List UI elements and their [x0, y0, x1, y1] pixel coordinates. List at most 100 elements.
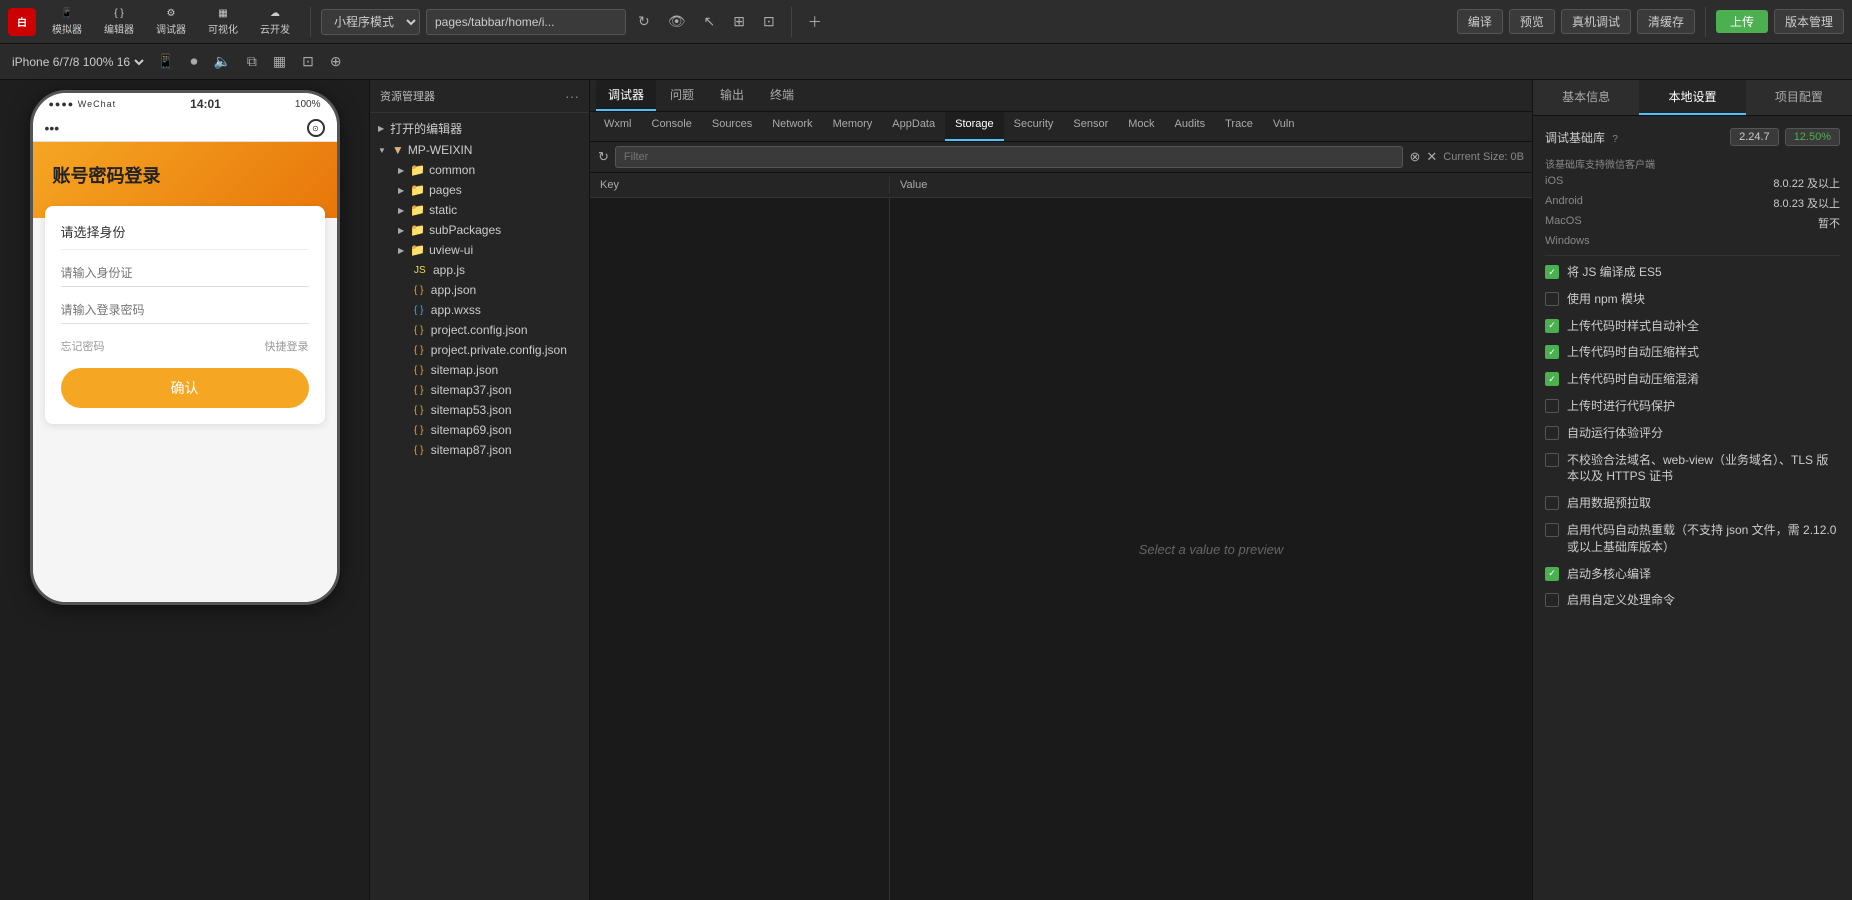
subtab-security[interactable]: Security: [1004, 112, 1064, 141]
subtab-audits[interactable]: Audits: [1165, 112, 1216, 141]
upload-btn[interactable]: 上传: [1716, 10, 1768, 33]
checkbox-9[interactable]: [1545, 523, 1559, 537]
checkbox-row-4: ✓上传代码时自动压缩混淆: [1545, 371, 1840, 388]
phone-password-input[interactable]: [61, 297, 309, 324]
rotate-btn[interactable]: ⊕: [324, 51, 348, 72]
storage-filter-input[interactable]: [615, 146, 1404, 168]
tab-terminal[interactable]: 终端: [758, 80, 806, 111]
tab-problems[interactable]: 问题: [658, 80, 706, 111]
project-config-file[interactable]: { } project.config.json: [370, 320, 589, 340]
layout-btn[interactable]: ▦: [267, 51, 292, 72]
phone-view-btn[interactable]: 📱: [151, 51, 180, 72]
tab-output[interactable]: 输出: [708, 80, 756, 111]
sitemap37-file[interactable]: { } sitemap37.json: [370, 380, 589, 400]
record-btn[interactable]: ⏺: [184, 51, 203, 72]
subtab-wxml[interactable]: Wxml: [594, 112, 642, 141]
split-view-btn[interactable]: ⧉: [241, 51, 263, 72]
subtab-console[interactable]: Console: [642, 112, 702, 141]
tab-debugger[interactable]: 调试器: [596, 80, 656, 111]
simulator-btn[interactable]: 📱 模拟器: [42, 4, 92, 40]
sitemap-file[interactable]: { } sitemap.json: [370, 360, 589, 380]
checkbox-6[interactable]: [1545, 426, 1559, 440]
compile-btn[interactable]: 编译: [1457, 9, 1503, 34]
visual-btn[interactable]: ▦ 可视化: [198, 4, 248, 40]
phone-confirm-btn[interactable]: 确认: [61, 368, 309, 408]
path-input[interactable]: [426, 9, 626, 35]
right-tab-basic[interactable]: 基本信息: [1533, 80, 1639, 115]
uview-ui-folder[interactable]: ▶ 📁 uview-ui: [370, 240, 589, 260]
add-btn[interactable]: ＋: [802, 10, 828, 34]
checkbox-0[interactable]: ✓: [1545, 265, 1559, 279]
pages-folder[interactable]: ▶ 📁 pages: [370, 180, 589, 200]
sitemap53-file[interactable]: { } sitemap53.json: [370, 400, 589, 420]
explorer-more-btn[interactable]: ···: [565, 88, 579, 104]
checkbox-row-10: ✓启动多核心编译: [1545, 566, 1840, 583]
ios-label: iOS: [1545, 175, 1563, 191]
th-key: Key: [590, 177, 890, 193]
device-select[interactable]: iPhone 6/7/8 100% 16 iPhone X iPhone 12: [8, 54, 147, 70]
app-js-file[interactable]: JS app.js: [370, 260, 589, 280]
sitemap53-icon: { }: [414, 405, 423, 416]
sitemap87-file[interactable]: { } sitemap87.json: [370, 440, 589, 460]
app-json-file[interactable]: { } app.json: [370, 280, 589, 300]
cloud-btn[interactable]: ☁ 云开发: [250, 4, 300, 40]
phone-forgot-link[interactable]: 忘记密码: [61, 338, 105, 354]
subtab-memory[interactable]: Memory: [823, 112, 883, 141]
storage-content: Select a value to preview: [590, 198, 1532, 900]
phone-quick-login-link[interactable]: 快捷登录: [265, 338, 309, 354]
preview-btn[interactable]: 预览: [1509, 9, 1555, 34]
common-folder[interactable]: ▶ 📁 common: [370, 160, 589, 180]
subtab-storage[interactable]: Storage: [945, 112, 1004, 141]
grid-btn[interactable]: ⊞: [727, 11, 751, 32]
debug-lib-version[interactable]: 2.24.7: [1730, 128, 1779, 146]
cursor-btn[interactable]: ↖: [698, 11, 722, 32]
storage-clear-filter-btn[interactable]: ⊗: [1409, 149, 1420, 165]
subtab-mock[interactable]: Mock: [1118, 112, 1164, 141]
checkbox-1[interactable]: [1545, 292, 1559, 306]
checkbox-5[interactable]: [1545, 399, 1559, 413]
eye-btn[interactable]: 👁: [662, 11, 692, 32]
subtab-trace[interactable]: Trace: [1215, 112, 1263, 141]
checkbox-8[interactable]: [1545, 496, 1559, 510]
subtab-sensor[interactable]: Sensor: [1063, 112, 1118, 141]
fullscreen-btn[interactable]: ⊡: [296, 51, 320, 72]
subpackages-folder[interactable]: ▶ 📁 subPackages: [370, 220, 589, 240]
phone-id-input[interactable]: [61, 260, 309, 287]
subtab-vuln[interactable]: Vuln: [1263, 112, 1305, 141]
more-btn[interactable]: ⊡: [757, 11, 781, 32]
checkbox-row-5: 上传时进行代码保护: [1545, 398, 1840, 415]
right-tab-project[interactable]: 项目配置: [1746, 80, 1852, 115]
clear-btn[interactable]: 清缓存: [1637, 9, 1695, 34]
checkbox-10[interactable]: ✓: [1545, 567, 1559, 581]
subtab-network[interactable]: Network: [762, 112, 822, 141]
version-mgr-btn[interactable]: 版本管理: [1774, 9, 1844, 34]
subtab-appdata[interactable]: AppData: [882, 112, 945, 141]
storage-delete-btn[interactable]: ✕: [1426, 149, 1437, 165]
audio-btn[interactable]: 🔈: [207, 51, 236, 72]
right-tab-local[interactable]: 本地设置: [1639, 80, 1745, 115]
checkbox-11[interactable]: [1545, 593, 1559, 607]
checkbox-2[interactable]: ✓: [1545, 319, 1559, 333]
static-folder[interactable]: ▶ 📁 static: [370, 200, 589, 220]
project-private-config-file[interactable]: { } project.private.config.json: [370, 340, 589, 360]
checkbox-4[interactable]: ✓: [1545, 372, 1559, 386]
debug-lib-tooltip-icon[interactable]: ?: [1612, 134, 1618, 145]
root-folder[interactable]: ▼ ▼ MP-WEIXIN: [370, 140, 589, 160]
checkbox-row-0: ✓将 JS 编译成 ES5: [1545, 264, 1840, 281]
debugger-btn[interactable]: ⚙ 调试器: [146, 4, 196, 40]
subtab-sources[interactable]: Sources: [702, 112, 762, 141]
mode-select[interactable]: 小程序模式 插件模式 代码片段: [321, 9, 420, 35]
phone-menu-icon[interactable]: •••: [45, 120, 60, 136]
open-editors-section[interactable]: ▶ 打开的编辑器: [370, 117, 589, 140]
sitemap69-file[interactable]: { } sitemap69.json: [370, 420, 589, 440]
phone-signal-dots: ●●●● WeChat: [49, 99, 117, 109]
phone-role-select[interactable]: 请选择身份: [61, 222, 309, 241]
refresh-btn[interactable]: ↻: [632, 11, 656, 32]
storage-refresh-btn[interactable]: ↻: [598, 149, 609, 165]
app-wxss-file[interactable]: { } app.wxss: [370, 300, 589, 320]
checkbox-3[interactable]: ✓: [1545, 345, 1559, 359]
phone-home-icon[interactable]: ⊙: [307, 119, 325, 137]
checkbox-7[interactable]: [1545, 453, 1559, 467]
real-debug-btn[interactable]: 真机调试: [1561, 9, 1631, 34]
editor-btn[interactable]: { } 编辑器: [94, 4, 144, 40]
